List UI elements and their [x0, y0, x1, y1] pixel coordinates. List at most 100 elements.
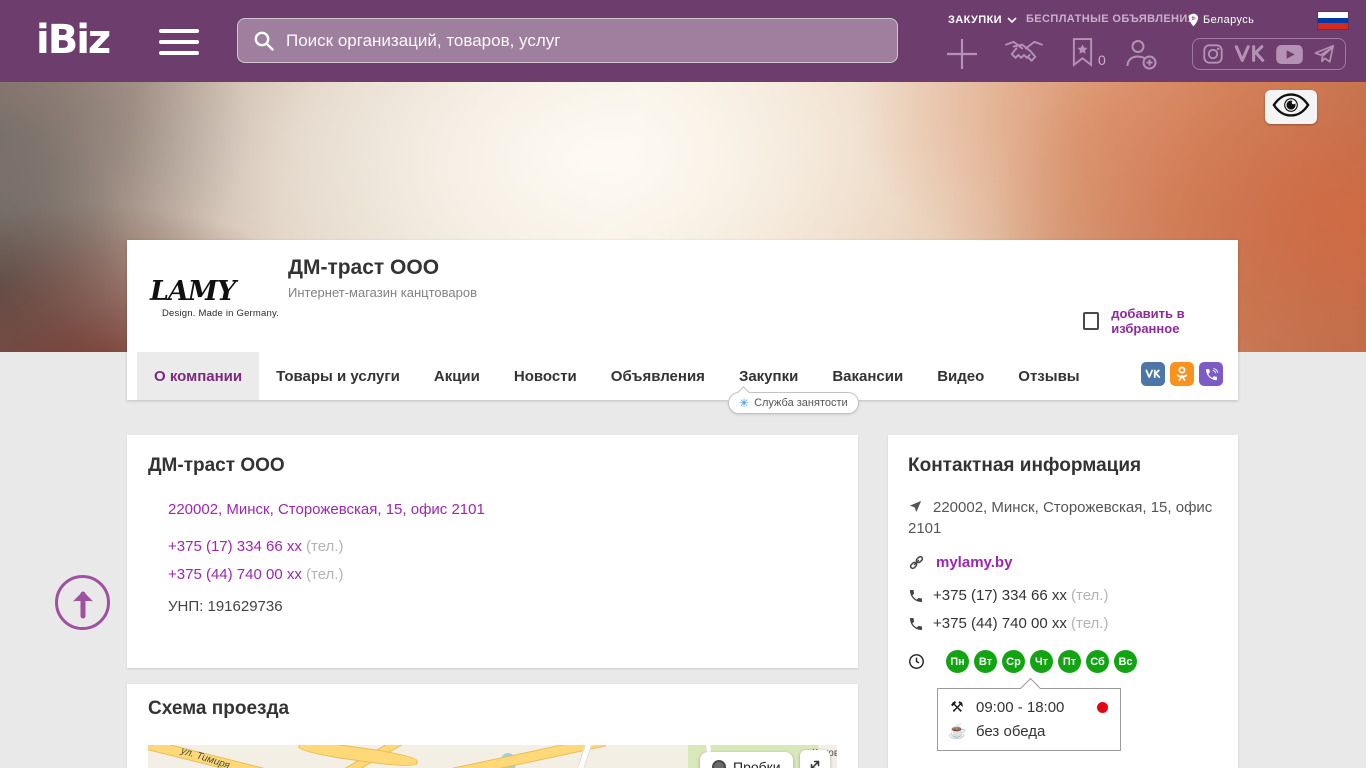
tab-ads[interactable]: Объявления	[594, 352, 722, 400]
company-website-link[interactable]: mylamy.by	[936, 554, 1012, 571]
add-company-button[interactable]	[944, 36, 980, 72]
instagram-icon[interactable]	[1202, 43, 1224, 65]
contact-address: 220002, Минск, Сторожевская, 15, офис 21…	[908, 497, 1216, 539]
scroll-to-top-button[interactable]	[55, 575, 110, 630]
phone-number-link[interactable]: +375 (17) 334 66 xx	[168, 538, 302, 555]
phone-row: +375 (44) 740 00 xx (тел.)	[933, 615, 1108, 632]
company-tabs: О компании Товары и услуги Акции Новости…	[127, 352, 1238, 400]
employment-tooltip-label: Служба занятости	[754, 397, 848, 409]
accessibility-eye-button[interactable]	[1265, 90, 1317, 124]
working-days: Пн Вт Ср Чт Пт Сб Вс	[946, 650, 1137, 673]
link-icon	[909, 555, 924, 570]
tab-about[interactable]: О компании	[137, 352, 260, 400]
navigation-arrow-icon	[909, 500, 922, 513]
partnership-button[interactable]	[1003, 39, 1045, 71]
page: iBiz ЗАКУПКИ БЕСПЛАТНЫЕ ОБЪЯВЛЕНИЯ Белар…	[0, 0, 1366, 768]
contact-title: Контактная информация	[908, 455, 1142, 476]
working-hours: 09:00 - 18:00	[976, 698, 1065, 716]
phone-icon	[910, 590, 922, 602]
bookmark-star-icon	[1072, 38, 1093, 67]
phone-row: +375 (44) 740 00 xx (тел.)	[168, 566, 343, 583]
eye-icon	[1272, 92, 1310, 122]
add-to-favorites[interactable]: добавить в избранное	[1083, 306, 1238, 336]
directions-title: Схема проезда	[148, 698, 290, 719]
expand-icon	[810, 760, 820, 768]
day-badge-sun[interactable]: Вс	[1114, 650, 1137, 673]
coffee-cup-icon: ☕	[948, 723, 967, 740]
phone-row: +375 (17) 334 66 xx (тел.)	[933, 587, 1108, 604]
bookmarks-button[interactable]	[1071, 37, 1094, 67]
youtube-icon[interactable]	[1276, 44, 1303, 64]
viber-icon[interactable]	[1199, 362, 1223, 386]
map-canvas[interactable]: ул. Тимиря Каховская ул. ул. ул. Пробки	[148, 745, 837, 768]
brand-logo-title: LAMY	[150, 276, 236, 307]
favorite-checkbox[interactable]	[1083, 312, 1100, 330]
phone-row: +375 (17) 334 66 xx (тел.)	[168, 538, 343, 555]
tab-video[interactable]: Видео	[920, 352, 1001, 400]
region-selector[interactable]: Беларусь	[1188, 13, 1254, 27]
company-social-links	[1141, 362, 1223, 386]
employment-service-tooltip: ✳ Служба занятости	[728, 392, 859, 414]
menu-hamburger-icon[interactable]	[159, 29, 199, 55]
location-pin-icon	[1188, 13, 1199, 27]
login-button[interactable]	[1124, 37, 1158, 71]
traffic-icon	[712, 760, 726, 768]
tab-promotions[interactable]: Акции	[417, 352, 497, 400]
phone-note: (тел.)	[1071, 587, 1109, 604]
contact-info-card: Контактная информация 220002, Минск, Сто…	[888, 435, 1238, 768]
search-icon	[254, 31, 274, 51]
favorite-label: добавить в избранное	[1111, 306, 1185, 336]
phone-number-link[interactable]: +375 (17) 334 66 xx	[933, 587, 1067, 604]
day-badge-mon[interactable]: Пн	[946, 650, 969, 673]
vk-icon[interactable]	[1141, 362, 1165, 386]
phone-icon	[910, 618, 922, 630]
nav-purchases[interactable]: ЗАКУПКИ	[948, 13, 1017, 27]
nav-free-ads[interactable]: БЕСПЛАТНЫЕ ОБЪЯВЛЕНИЯ	[1026, 13, 1196, 27]
map-fullscreen-button[interactable]	[800, 750, 830, 768]
company-address-link[interactable]: 220002, Минск, Сторожевская, 15, офис 21…	[168, 501, 485, 518]
arrow-up-icon	[73, 591, 92, 618]
lunch-info: без обеда	[976, 722, 1046, 740]
language-flag-russian[interactable]	[1318, 12, 1348, 29]
schedule-popover: ⚒ 09:00 - 18:00 ☕ без обеда	[937, 688, 1121, 751]
header-social-links	[1192, 38, 1346, 70]
lunch-row: ☕ без обеда	[948, 719, 1110, 743]
telegram-icon[interactable]	[1312, 43, 1336, 65]
search-input[interactable]	[286, 30, 883, 51]
phone-note: (тел.)	[1071, 615, 1109, 632]
search-bar	[237, 18, 898, 63]
day-badge-sat[interactable]: Сб	[1086, 650, 1109, 673]
nav-purchases-label: ЗАКУПКИ	[948, 14, 1002, 26]
company-name: ДМ-траст ООО	[288, 256, 440, 279]
site-logo[interactable]: iBiz	[36, 17, 111, 63]
brand-logo-subtitle: Design. Made in Germany.	[162, 308, 280, 319]
traffic-toggle-button[interactable]: Пробки	[700, 752, 793, 768]
company-brand-logo: LAMY Design. Made in Germany.	[150, 278, 279, 319]
company-header-card: LAMY Design. Made in Germany. ДМ-траст О…	[127, 240, 1238, 400]
phone-number-link[interactable]: +375 (44) 740 00 xx	[168, 566, 302, 583]
employment-service-icon: ✳	[739, 396, 750, 410]
odnoklassniki-icon[interactable]	[1170, 362, 1194, 386]
top-header: iBiz ЗАКУПКИ БЕСПЛАТНЫЕ ОБЪЯВЛЕНИЯ Белар…	[0, 0, 1366, 82]
vk-icon[interactable]	[1233, 44, 1267, 64]
contact-address-text: 220002, Минск, Сторожевская, 15, офис 21…	[908, 499, 1213, 537]
day-badge-thu[interactable]: Чт	[1030, 650, 1053, 673]
tab-news[interactable]: Новости	[497, 352, 594, 400]
day-badge-tue[interactable]: Вт	[974, 650, 997, 673]
company-tagline: Интернет-магазин канцтоваров	[288, 285, 477, 300]
closed-status-dot	[1097, 702, 1108, 713]
work-tools-icon: ⚒	[950, 699, 964, 716]
about-company-card: ДМ-траст ООО 220002, Минск, Сторожевская…	[127, 435, 858, 668]
phone-note: (тел.)	[306, 538, 344, 555]
tab-reviews[interactable]: Отзывы	[1001, 352, 1096, 400]
day-badge-wed[interactable]: Ср	[1002, 650, 1025, 673]
phone-note: (тел.)	[306, 566, 344, 583]
day-badge-fri[interactable]: Пт	[1058, 650, 1081, 673]
phone-number-link[interactable]: +375 (44) 740 00 xx	[933, 615, 1067, 632]
working-hours-row: ⚒ 09:00 - 18:00	[948, 695, 1110, 719]
tab-products[interactable]: Товары и услуги	[259, 352, 417, 400]
about-title: ДМ-траст ООО	[148, 455, 285, 476]
clock-icon	[909, 654, 924, 669]
traffic-button-label: Пробки	[733, 759, 781, 768]
chevron-down-icon	[1007, 17, 1017, 23]
